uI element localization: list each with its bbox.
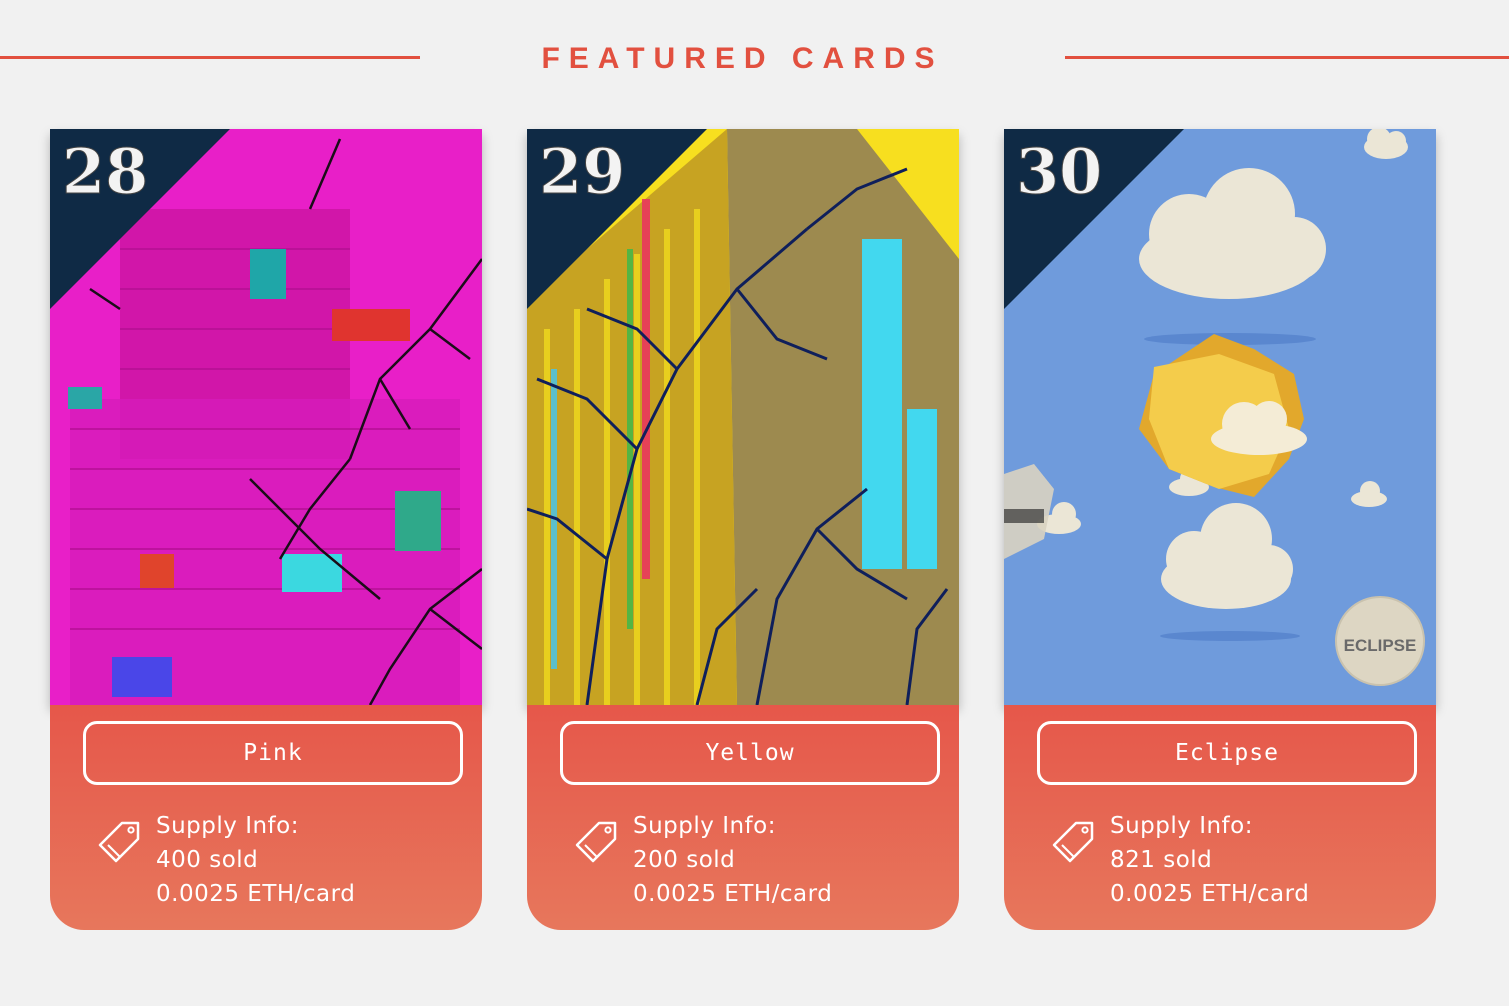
price-tag-icon	[1052, 821, 1094, 863]
header-divider-left	[0, 56, 420, 59]
card-name-button[interactable]: Yellow	[560, 721, 940, 785]
card-info-panel: Pink Supply Info: 400 sold 0.0025 ETH/ca…	[50, 705, 482, 930]
card-price: 0.0025 ETH/card	[156, 881, 356, 907]
sold-count: 200 sold	[633, 847, 736, 873]
section-title: FEATURED CARDS	[541, 42, 944, 75]
cloud-icon	[1364, 129, 1408, 159]
sold-count: 821 sold	[1110, 847, 1213, 873]
card-artwork-pink[interactable]: 28	[50, 129, 482, 705]
price-tag-icon	[98, 821, 140, 863]
supply-label: Supply Info:	[156, 813, 299, 839]
supply-label: Supply Info:	[633, 813, 776, 839]
card-info-panel: Yellow Supply Info: 200 sold 0.0025 ETH/…	[527, 705, 959, 930]
card-artwork-yellow[interactable]: 29	[527, 129, 959, 705]
featured-header: FEATURED CARDS	[0, 0, 1509, 110]
card-name-button[interactable]: Eclipse	[1037, 721, 1417, 785]
supply-info: Supply Info: 821 sold 0.0025 ETH/card	[1110, 809, 1309, 911]
card-artwork-eclipse[interactable]: ECLIPSE 30	[1004, 129, 1436, 705]
supply-label: Supply Info:	[1110, 813, 1253, 839]
card-price: 0.0025 ETH/card	[1110, 881, 1310, 907]
card-info-panel: Eclipse Supply Info: 821 sold 0.0025 ETH…	[1004, 705, 1436, 930]
eclipse-coin: ECLIPSE	[1335, 596, 1425, 686]
card-number: 30	[1016, 135, 1102, 208]
card-name-button[interactable]: Pink	[83, 721, 463, 785]
card-price: 0.0025 ETH/card	[633, 881, 833, 907]
card-item[interactable]: 28 Pink Supply Info: 400 sold 0.0025 ETH…	[50, 129, 482, 930]
sold-count: 400 sold	[156, 847, 259, 873]
card-number: 28	[62, 135, 148, 208]
pink-building-art: 28	[50, 129, 482, 705]
supply-info: Supply Info: 200 sold 0.0025 ETH/card	[633, 809, 832, 911]
price-tag-icon	[575, 821, 617, 863]
card-item[interactable]: 29 Yellow Supply Info: 200 sold 0.0025 E…	[527, 129, 959, 930]
supply-info: Supply Info: 400 sold 0.0025 ETH/card	[156, 809, 355, 911]
card-number: 29	[539, 135, 625, 208]
coin-label: ECLIPSE	[1344, 636, 1417, 655]
yellow-building-art: 29	[527, 129, 959, 705]
card-item[interactable]: ECLIPSE 30 Eclipse Supply Info: 821 sold	[1004, 129, 1436, 930]
eclipse-sky-art: ECLIPSE 30	[1004, 129, 1436, 705]
header-divider-right	[1065, 56, 1509, 59]
